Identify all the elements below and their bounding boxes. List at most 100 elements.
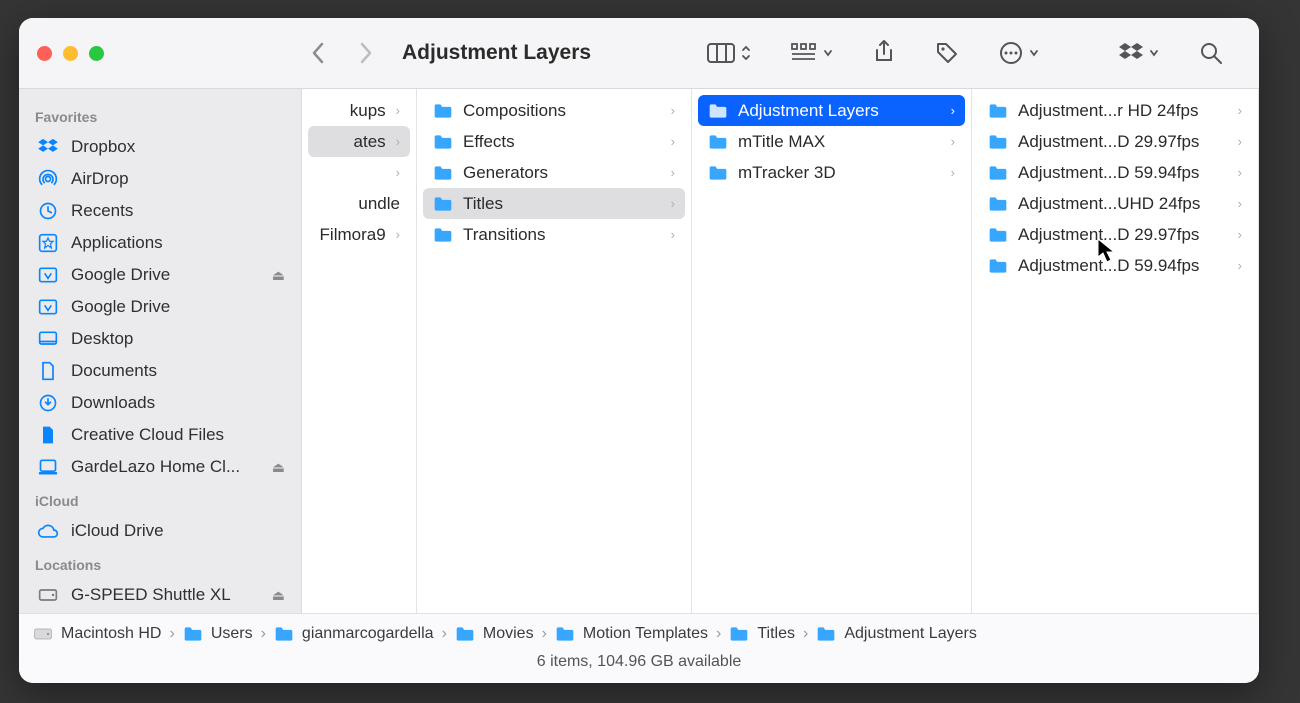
folder-icon [988,134,1008,150]
icloud-icon [37,523,59,539]
path-segment[interactable]: Users [211,625,253,643]
path-separator: › [169,625,174,643]
search-button[interactable] [1199,41,1223,65]
folder-icon [433,134,453,150]
sidebar-item-downloads[interactable]: Downloads [25,387,295,419]
doc-icon [37,361,59,381]
column-3: Adjustment...r HD 24fps›Adjustment...D 2… [972,89,1259,613]
sidebar-item-gardelazo-home-cl-[interactable]: GardeLazo Home Cl...⏏ [25,451,295,483]
zoom-window[interactable] [89,46,104,61]
path-segment[interactable]: Titles [757,625,795,643]
chevron-right-icon: › [1238,196,1242,211]
folder-label: undle [318,194,400,214]
folder-row[interactable]: Adjustment...r HD 24fps› [978,95,1252,126]
tags-button[interactable] [935,41,959,65]
close-window[interactable] [37,46,52,61]
folder-row[interactable]: ates› [308,126,410,157]
sidebar-item-dropbox[interactable]: Dropbox [25,131,295,163]
toolbar: Adjustment Layers [19,18,1259,89]
folder-icon [433,165,453,181]
folder-row[interactable]: Transitions› [423,219,685,250]
folder-label: Adjustment...UHD 24fps [1018,194,1228,214]
sidebar-item-creative-cloud-files[interactable]: Creative Cloud Files [25,419,295,451]
folder-row[interactable]: Titles› [423,188,685,219]
folder-icon [708,165,728,181]
path-segment[interactable]: Movies [483,625,534,643]
sidebar-item-airdrop[interactable]: AirDrop [25,163,295,195]
path-separator: › [261,625,266,643]
chevron-right-icon: › [951,165,955,180]
sidebar-item-label: Google Drive [71,265,260,285]
chevron-right-icon: › [396,165,400,180]
sidebar-item-google-drive[interactable]: Google Drive ⏏ [25,259,295,291]
folder-icon [988,165,1008,181]
folder-row[interactable]: kups› [308,95,410,126]
folder-icon [708,103,728,119]
sidebar-item-g-speed-shuttle-xl[interactable]: G-SPEED Shuttle XL⏏ [25,579,295,611]
folder-row[interactable]: Adjustment...UHD 24fps › [978,188,1252,219]
sidebar-item-label: Dropbox [71,137,285,157]
forward-button[interactable] [354,41,378,65]
sidebar-heading: iCloud [25,483,295,515]
folder-label: Generators [463,163,661,183]
path-segment[interactable]: Adjustment Layers [844,625,977,643]
sidebar-item-applications[interactable]: Applications [25,227,295,259]
sidebar-item-desktop[interactable]: Desktop [25,323,295,355]
sidebar: FavoritesDropboxAirDropRecentsApplicatio… [19,89,302,613]
folder-row[interactable]: Adjustment...D 29.97fps› [978,219,1252,250]
chevron-right-icon: › [671,103,675,118]
folder-row[interactable]: mTitle MAX› [698,126,965,157]
path-segment[interactable]: gianmarcogardella [302,625,434,643]
dropbox-toolbar-button[interactable] [1119,42,1159,64]
finder-window: Adjustment Layers [19,18,1259,683]
sidebar-item-documents[interactable]: Documents [25,355,295,387]
folder-label: mTracker 3D [738,163,941,183]
sidebar-item-label: Recents [71,201,285,221]
back-button[interactable] [306,41,330,65]
folder-icon [988,227,1008,243]
sidebar-item-icloud-drive[interactable]: iCloud Drive [25,515,295,547]
folder-icon [555,626,575,642]
status-bar: 6 items, 104.96 GB available [19,653,1259,683]
eject-icon[interactable]: ⏏ [272,587,285,604]
folder-row[interactable]: Effects› [423,126,685,157]
path-separator: › [442,625,447,643]
path-segment[interactable]: Motion Templates [583,625,708,643]
folder-row[interactable]: Adjustment Layers› [698,95,965,126]
folder-row[interactable]: mTracker 3D › [698,157,965,188]
share-button[interactable] [873,40,895,66]
folder-label: Adjustment...D 59.94fps [1018,256,1228,276]
dropbox-icon [37,138,59,156]
folder-row[interactable]: Generators› [423,157,685,188]
gdrive-icon [37,297,59,317]
eject-icon[interactable]: ⏏ [272,267,285,284]
group-button[interactable] [791,43,833,63]
column-2: Adjustment Layers›mTitle MAX›mTracker 3D… [692,89,972,613]
actions-button[interactable] [999,41,1039,65]
sidebar-item-label: iCloud Drive [71,521,285,541]
view-columns-button[interactable] [707,43,751,63]
sidebar-item-google-drive[interactable]: Google Drive [25,291,295,323]
folder-row[interactable]: Filmora9› [308,219,410,250]
column-view: kups›ates››undleFilmora9›Compositions›Ef… [302,89,1259,613]
sidebar-heading: Locations [25,547,295,579]
sidebar-item-label: Creative Cloud Files [71,425,285,445]
path-segment[interactable]: Macintosh HD [61,625,161,643]
folder-label: Adjustment...D 29.97fps [1018,132,1228,152]
folder-row[interactable]: undle [308,188,410,219]
folder-row[interactable]: Adjustment...D 59.94fps› [978,157,1252,188]
eject-icon[interactable]: ⏏ [272,459,285,476]
minimize-window[interactable] [63,46,78,61]
chevron-right-icon: › [1238,165,1242,180]
folder-row[interactable]: › [308,157,410,188]
traffic-lights [19,18,302,88]
folder-row[interactable]: Compositions› [423,95,685,126]
chevron-right-icon: › [396,134,400,149]
folder-label: Adjustment...D 29.97fps [1018,225,1228,245]
folder-label: Transitions [463,225,661,245]
folder-row[interactable]: Adjustment...D 29.97fps› [978,126,1252,157]
chevron-right-icon: › [396,227,400,242]
folder-row[interactable]: Adjustment...D 59.94fps› [978,250,1252,281]
folder-label: kups [318,101,386,121]
sidebar-item-recents[interactable]: Recents [25,195,295,227]
